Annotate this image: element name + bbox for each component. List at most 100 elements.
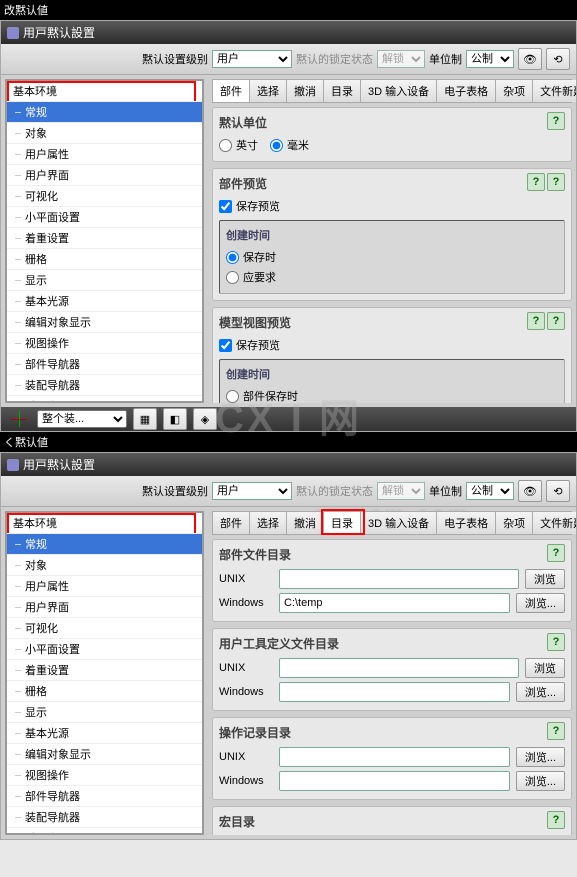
check-save-preview[interactable] [219, 200, 232, 213]
tree-item[interactable]: 编辑对象显示 [7, 744, 202, 765]
help-icon[interactable]: ? [547, 173, 565, 191]
help-icon[interactable]: ? [547, 112, 565, 130]
tree-item[interactable]: 栅格 [7, 249, 202, 270]
tree-item[interactable]: 着重设置 [7, 228, 202, 249]
tree-item[interactable]: 装配导航器 [7, 375, 202, 396]
app-icon [7, 27, 19, 39]
group-part-dir: 部件文件目录 ? UNIX浏览 Windows浏览... [212, 539, 572, 622]
browse-button[interactable]: 浏览... [516, 771, 565, 791]
help-icon[interactable]: ? [547, 633, 565, 651]
radio-partsave[interactable] [226, 390, 239, 403]
tree-item[interactable]: 部件导航器 [7, 354, 202, 375]
tree-item[interactable]: 可视化 [7, 618, 202, 639]
tree-item[interactable]: 对象 [7, 555, 202, 576]
tab-misc[interactable]: 杂项 [496, 512, 533, 534]
tree-item[interactable]: 显示 [7, 270, 202, 291]
tab-parts[interactable]: 部件 [213, 512, 250, 534]
lock-select[interactable]: 解锁 [377, 50, 425, 68]
tree-item[interactable]: 用户属性 [7, 576, 202, 597]
tab-select[interactable]: 选择 [250, 80, 287, 102]
tab-parts[interactable]: 部件 [213, 80, 250, 102]
tab-3d[interactable]: 3D 输入设备 [361, 512, 437, 534]
tree-item[interactable]: 用户界面 [7, 165, 202, 186]
statusbar: 整个装... ▦ ◧ ◈ [1, 407, 576, 431]
input-windows[interactable] [279, 771, 510, 791]
input-unix[interactable] [279, 658, 519, 678]
tree-item-general[interactable]: 常规 [7, 102, 202, 123]
radio-inch[interactable] [219, 139, 232, 152]
tree-item[interactable]: 基本光源 [7, 291, 202, 312]
tree-item[interactable]: 可视化 [7, 186, 202, 207]
label-unix: UNIX [219, 751, 273, 763]
help-icon[interactable]: ? [547, 312, 565, 330]
status-icon[interactable]: ◈ [193, 408, 217, 430]
toolbar-icon-1[interactable]: 👁 [518, 48, 542, 70]
input-unix[interactable] [279, 569, 519, 589]
tree-item[interactable]: 用户属性 [7, 144, 202, 165]
help-icon[interactable]: ? [547, 544, 565, 562]
tree-root[interactable]: 基本环境 [7, 81, 202, 102]
tree-item[interactable]: 重用库 [7, 396, 202, 403]
help-icon[interactable]: ? [547, 722, 565, 740]
unit-select[interactable]: 公制 [466, 482, 514, 500]
help-icon[interactable]: ? [547, 811, 565, 829]
toolbar-icon-1[interactable]: 👁 [518, 480, 542, 502]
tree-root[interactable]: 基本环境 [7, 513, 202, 534]
tree-item[interactable]: 视图操作 [7, 765, 202, 786]
tree-item[interactable]: 编辑对象显示 [7, 312, 202, 333]
tree-item[interactable]: 基本光源 [7, 723, 202, 744]
check-save-preview2[interactable] [219, 339, 232, 352]
tree-item-general[interactable]: 常规 [7, 534, 202, 555]
lock-select[interactable]: 解锁 [377, 482, 425, 500]
tree-item[interactable]: 栅格 [7, 681, 202, 702]
tree-item[interactable]: 对象 [7, 123, 202, 144]
tab-new[interactable]: 文件新建 [533, 512, 576, 534]
radio-mm[interactable] [270, 139, 283, 152]
tree-item[interactable]: 小平面设置 [7, 207, 202, 228]
tab-undo[interactable]: 撤消 [287, 512, 324, 534]
tree-item[interactable]: 部件导航器 [7, 786, 202, 807]
statusbar-select[interactable]: 整个装... [37, 410, 127, 428]
tree-item[interactable]: 用户界面 [7, 597, 202, 618]
radio-on-save[interactable] [226, 251, 239, 264]
category-tree[interactable]: 基本环境 常规 对象 用户属性 用户界面 可视化 小平面设置 着重设置 栅格 显… [5, 79, 204, 403]
browse-button[interactable]: 浏览... [516, 747, 565, 767]
browse-button[interactable]: 浏览... [516, 593, 565, 613]
tab-dir[interactable]: 目录 [324, 80, 361, 102]
toolbar-icon-2[interactable]: ⟲ [546, 480, 570, 502]
level-select[interactable]: 用户 [212, 482, 292, 500]
input-windows[interactable] [279, 593, 510, 613]
input-windows[interactable] [279, 682, 510, 702]
tree-item[interactable]: 重用库 [7, 828, 202, 835]
tree-item[interactable]: 视图操作 [7, 333, 202, 354]
titlebar: 用戸黙认設置 [1, 453, 576, 476]
help-icon[interactable]: ? [527, 312, 545, 330]
radio-on-request[interactable] [226, 271, 239, 284]
tab-3d[interactable]: 3D 输入设备 [361, 80, 437, 102]
tab-select[interactable]: 选择 [250, 512, 287, 534]
category-tree-2[interactable]: 基本环境 常规 对象 用户属性 用户界面 可视化 小平面设置 着重设置 栅格 显… [5, 511, 204, 835]
inset-create-time2: 创建时间 部件保存时 视图保存时 应要求 [219, 359, 565, 403]
status-icon[interactable]: ▦ [133, 408, 157, 430]
toolbar-icon-2[interactable]: ⟲ [546, 48, 570, 70]
status-icon[interactable]: ◧ [163, 408, 187, 430]
tree-item[interactable]: 装配导航器 [7, 807, 202, 828]
tree-item[interactable]: 着重设置 [7, 660, 202, 681]
unit-select[interactable]: 公制 [466, 50, 514, 68]
tree-item[interactable]: 显示 [7, 702, 202, 723]
browse-button[interactable]: 浏览 [525, 658, 565, 678]
tree-item[interactable]: 小平面设置 [7, 639, 202, 660]
level-select[interactable]: 用户 [212, 50, 292, 68]
tab-misc[interactable]: 杂项 [496, 80, 533, 102]
tab-sheet[interactable]: 电子表格 [437, 512, 496, 534]
tab-dir[interactable]: 目录 [324, 512, 361, 534]
tab-new[interactable]: 文件新建 [533, 80, 576, 102]
help-icon[interactable]: ? [527, 173, 545, 191]
tab-undo[interactable]: 撤消 [287, 80, 324, 102]
level-label: 黙认设置级别 [142, 51, 208, 67]
lock-label: 黙认的锁定状态 [296, 483, 373, 499]
input-unix[interactable] [279, 747, 510, 767]
browse-button[interactable]: 浏览 [525, 569, 565, 589]
browse-button[interactable]: 浏览... [516, 682, 565, 702]
tab-sheet[interactable]: 电子表格 [437, 80, 496, 102]
